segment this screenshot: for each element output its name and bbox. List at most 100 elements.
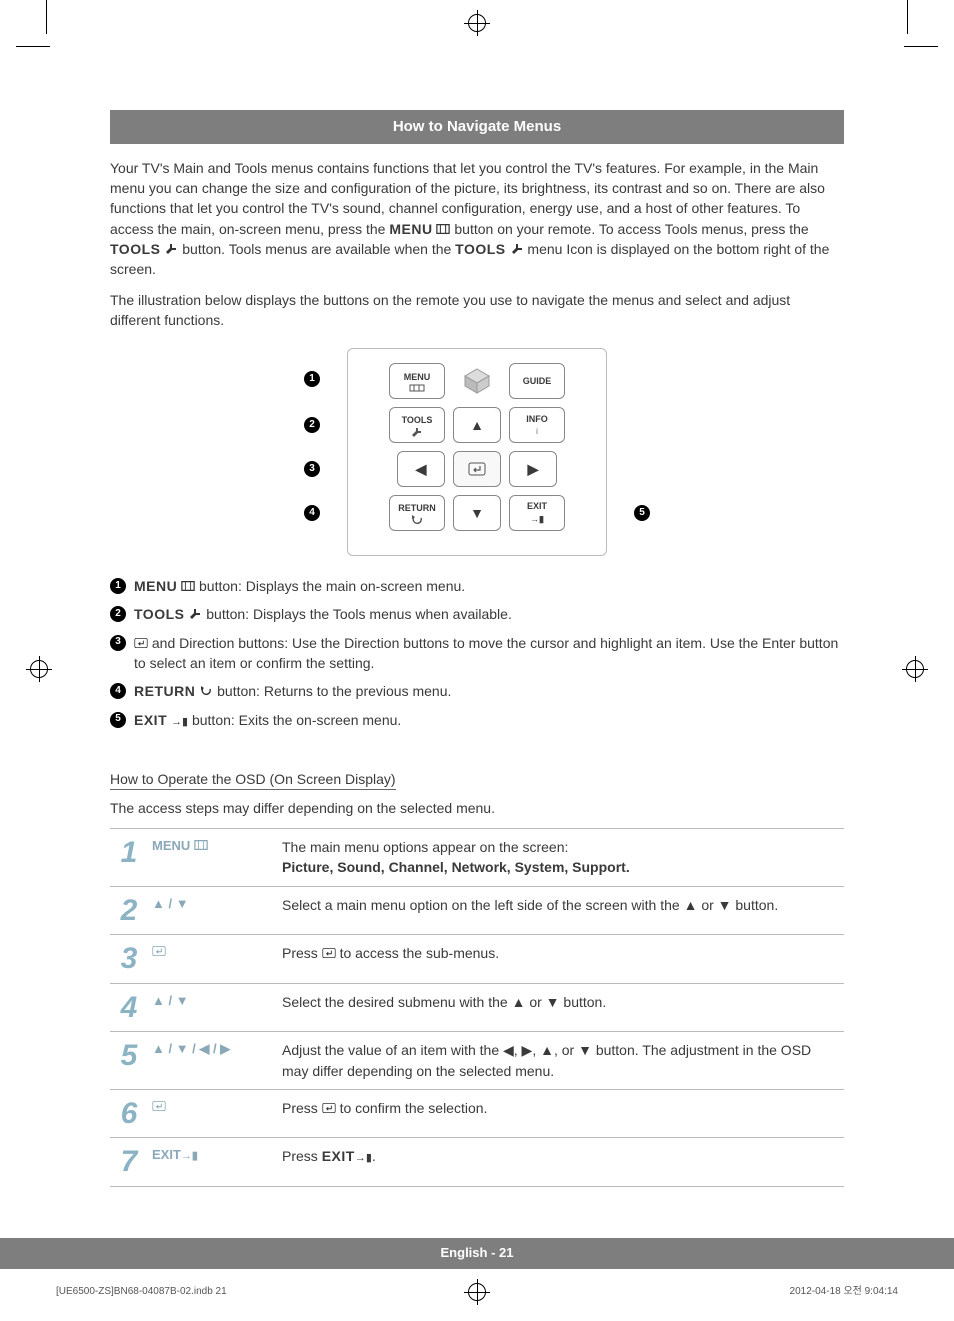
crop-mark (46, 0, 47, 34)
legend-2-text: button: Displays the Tools menus when av… (206, 606, 512, 622)
guide-button: GUIDE (509, 363, 565, 399)
step-number: 2 (110, 887, 148, 935)
legend-num-4: 4 (110, 683, 126, 699)
menu-button-ref: MENU (389, 221, 432, 237)
enter-icon (322, 947, 336, 959)
menu-icon (436, 223, 450, 235)
legend-4-label: RETURN (134, 683, 195, 699)
step-2-desc: Select a main menu option on the left si… (278, 887, 844, 935)
step-7-desc: Press EXIT→▮. (278, 1138, 844, 1186)
tools-icon (411, 427, 423, 437)
tools-button-ref: TOOLS (455, 241, 505, 257)
right-button: ▶ (509, 451, 557, 487)
legend-2-label: TOOLS (134, 606, 184, 622)
step-number: 7 (110, 1138, 148, 1186)
step-7-desc-a: Press (282, 1148, 322, 1164)
print-footer: [UE6500-ZS]BN68-04087B-02.indb 21 2012-0… (56, 1285, 898, 1300)
steps-table: 1 MENU The main menu options appear on t… (110, 828, 844, 1187)
legend-5-label: EXIT (134, 712, 167, 728)
print-footer-left: [UE6500-ZS]BN68-04087B-02.indb 21 (56, 1285, 227, 1300)
legend-num-2: 2 (110, 606, 126, 622)
step-6-key (148, 1090, 278, 1138)
exit-button: EXIT →▮ (509, 495, 565, 531)
info-button-sub: i (536, 426, 538, 438)
enter-icon (134, 637, 148, 649)
tools-icon (164, 243, 178, 255)
intro-text-b: button on your remote. To access Tools m… (454, 221, 808, 237)
step-7-desc-c: . (372, 1148, 376, 1164)
cube-icon (453, 363, 501, 399)
legend-4-text: button: Returns to the previous menu. (217, 683, 451, 699)
step-1-menu-options: Picture, Sound, Channel, Network, System… (282, 857, 840, 877)
enter-icon (152, 945, 166, 957)
left-button: ◀ (397, 451, 445, 487)
step-5-key: ▲ / ▼ / ◀ / ▶ (148, 1032, 278, 1089)
menu-button: MENU (389, 363, 445, 399)
step-3-key (148, 935, 278, 983)
tools-icon (188, 608, 202, 620)
step-1-key-label: MENU (152, 838, 190, 853)
crop-mark (904, 46, 938, 47)
remote-illustration: 1 2 3 4 5 MENU GUIDE TOOLS (347, 348, 607, 556)
crop-mark (907, 0, 908, 34)
intro-text: Your TV's Main and Tools menus contains … (110, 158, 844, 330)
legend-3-text: and Direction buttons: Use the Direction… (134, 635, 838, 671)
osd-intro: The access steps may differ depending on… (110, 798, 844, 818)
section-header: How to Navigate Menus (110, 110, 844, 144)
enter-icon (468, 462, 486, 476)
osd-heading: How to Operate the OSD (On Screen Displa… (110, 769, 396, 790)
print-footer-right: 2012-04-18 오전 9:04:14 (790, 1285, 898, 1300)
exit-icon: →▮ (181, 1150, 198, 1162)
callout-2: 2 (304, 417, 320, 433)
button-legend: 1 MENU button: Displays the main on-scre… (110, 576, 844, 730)
step-6-desc: Press to confirm the selection. (278, 1090, 844, 1138)
legend-num-1: 1 (110, 578, 126, 594)
registration-mark-icon (30, 660, 48, 678)
menu-icon (194, 839, 208, 851)
callout-3: 3 (304, 461, 320, 477)
menu-icon (181, 580, 195, 592)
callout-5: 5 (634, 505, 650, 521)
registration-mark-icon (468, 14, 486, 32)
step-number: 3 (110, 935, 148, 983)
guide-button-label: GUIDE (523, 375, 552, 388)
tools-icon (510, 243, 524, 255)
step-4-desc: Select the desired submenu with the ▲ or… (278, 984, 844, 1032)
registration-mark-icon (906, 660, 924, 678)
enter-icon (322, 1102, 336, 1114)
callout-4: 4 (304, 505, 320, 521)
exit-button-label: EXIT (527, 500, 547, 513)
step-4-key: ▲ / ▼ (148, 984, 278, 1032)
return-button-label: RETURN (398, 502, 436, 515)
enter-button (453, 451, 501, 487)
step-number: 6 (110, 1090, 148, 1138)
legend-1-label: MENU (134, 578, 177, 594)
menu-button-label: MENU (404, 371, 431, 384)
step-number: 5 (110, 1032, 148, 1089)
legend-num-5: 5 (110, 712, 126, 728)
exit-icon: →▮ (171, 716, 188, 728)
up-button: ▲ (453, 407, 501, 443)
page-footer-bar: English - 21 (0, 1238, 954, 1269)
info-button: INFO i (509, 407, 565, 443)
exit-icon: →▮ (530, 513, 544, 526)
crop-mark (16, 46, 50, 47)
legend-1-text: button: Displays the main on-screen menu… (199, 578, 465, 594)
menu-icon (409, 384, 425, 392)
tools-button-label: TOOLS (402, 414, 433, 427)
return-icon (199, 685, 213, 697)
step-7-key-label: EXIT (152, 1147, 181, 1162)
tools-button-ref: TOOLS (110, 241, 160, 257)
return-icon (410, 515, 424, 525)
step-2-key: ▲ / ▼ (148, 887, 278, 935)
exit-icon: →▮ (355, 1152, 372, 1164)
step-3-desc: Press to access the sub-menus. (278, 935, 844, 983)
legend-num-3: 3 (110, 635, 126, 651)
step-7-key: EXIT→▮ (148, 1138, 278, 1186)
return-button: RETURN (389, 495, 445, 531)
callout-1: 1 (304, 371, 320, 387)
step-1-key: MENU (148, 829, 278, 886)
down-button: ▼ (453, 495, 501, 531)
step-number: 4 (110, 984, 148, 1032)
intro-text-c: button. Tools menus are available when t… (182, 241, 455, 257)
